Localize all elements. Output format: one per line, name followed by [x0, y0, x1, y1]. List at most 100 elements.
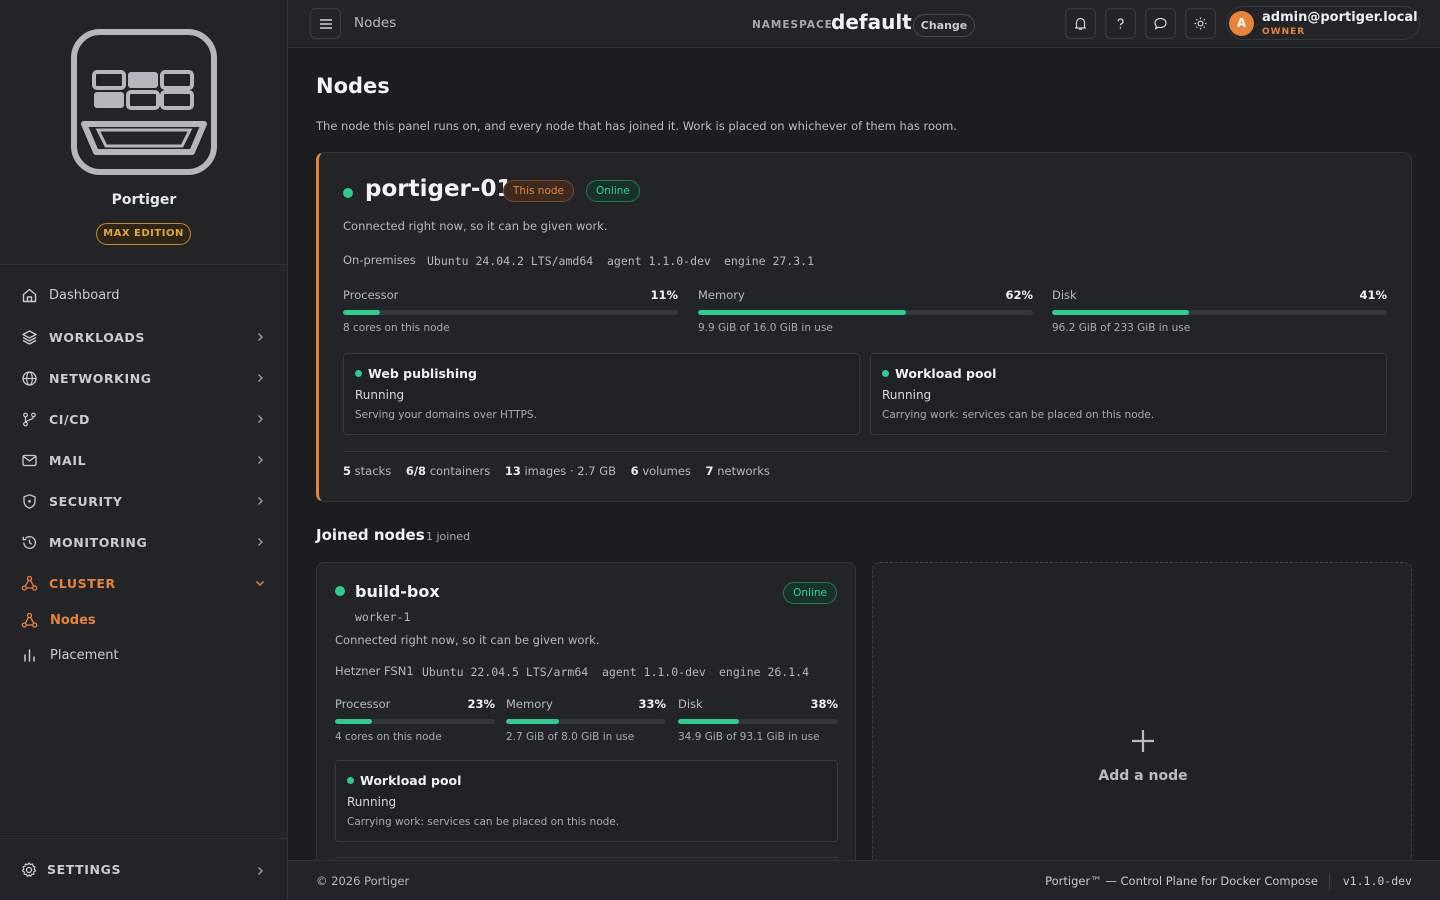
footer-version: v1.1.0-dev: [1342, 874, 1412, 888]
divider: [335, 857, 838, 858]
service-web-publishing[interactable]: Web publishing Running Serving your doma…: [343, 353, 860, 435]
edition-badge: MAX EDITION: [96, 223, 191, 245]
resource-label: Memory: [698, 288, 745, 302]
resource-percent: 33%: [638, 697, 666, 711]
sidebar-item-label: CI/CD: [49, 412, 90, 427]
sidebar-item-cluster[interactable]: CLUSTER: [0, 563, 288, 604]
stat-networks[interactable]: 7 networks: [706, 464, 770, 478]
sidebar-item-label: SECURITY: [49, 494, 123, 509]
divider: [343, 451, 1387, 452]
resource-detail: 34.9 GiB of 93.1 GiB in use: [678, 731, 820, 743]
resource-bar: [335, 719, 495, 724]
sidebar-item-settings[interactable]: SETTINGS: [0, 838, 288, 900]
chevron-right-icon: [258, 456, 263, 464]
node-engine: engine 26.1.4: [719, 665, 810, 679]
resource-bar-fill: [343, 310, 380, 315]
resource-bar: [698, 310, 1033, 315]
chat-bubble-icon: [1154, 17, 1167, 30]
cluster-icon: [20, 611, 38, 629]
menu-toggle-button[interactable]: [310, 8, 341, 39]
sidebar-item-label: Nodes: [50, 612, 96, 628]
chevron-right-icon: [258, 374, 263, 382]
theme-toggle-button[interactable]: [1185, 8, 1216, 39]
sidebar-item-networking[interactable]: NETWORKING: [0, 358, 288, 399]
sidebar-item-label: WORKLOADS: [49, 330, 145, 345]
node-name: build-box: [355, 582, 440, 601]
help-button[interactable]: [1105, 8, 1136, 39]
user-menu[interactable]: A admin@portiger.local OWNER: [1226, 6, 1420, 40]
resource-disk: Disk 41% 96.2 GiB of 233 GiB in use: [1052, 288, 1387, 338]
service-workload-pool[interactable]: Workload pool Running Carrying work: ser…: [335, 760, 838, 842]
sidebar-item-workloads[interactable]: WORKLOADS: [0, 317, 288, 358]
notifications-button[interactable]: [1065, 8, 1096, 39]
layers-icon: [20, 329, 38, 347]
resource-percent: 23%: [467, 697, 495, 711]
joined-nodes-title: Joined nodes: [316, 526, 425, 544]
resource-percent: 62%: [1005, 288, 1033, 302]
online-dot: [343, 188, 353, 198]
resource-disk: Disk 38% 34.9 GiB of 93.1 GiB in use: [678, 697, 838, 747]
local-node-card: portiger-01 This node Online Connected r…: [316, 152, 1412, 502]
sidebar-item-security[interactable]: SECURITY: [0, 481, 288, 522]
node-os: Ubuntu 22.04.5 LTS/arm64: [422, 665, 589, 679]
resource-bar: [1052, 310, 1387, 315]
sun-icon: [1194, 17, 1207, 30]
namespace-label: NAMESPACE: [752, 19, 833, 31]
online-dot: [882, 370, 889, 377]
resource-bar: [678, 719, 838, 724]
resource-detail: 9.9 GiB of 16.0 GiB in use: [698, 322, 833, 334]
joined-node-card[interactable]: build-box Online worker-1 Connected righ…: [316, 562, 856, 860]
resource-processor: Processor 11% 8 cores on this node: [343, 288, 678, 338]
resource-detail: 8 cores on this node: [343, 322, 450, 334]
sidebar-item-cicd[interactable]: CI/CD: [0, 399, 288, 440]
resource-detail: 96.2 GiB of 233 GiB in use: [1052, 322, 1191, 334]
resource-label: Processor: [335, 697, 391, 711]
change-namespace-button[interactable]: Change: [913, 14, 975, 37]
home-icon: [20, 286, 38, 304]
resource-memory: Memory 62% 9.9 GiB of 16.0 GiB in use: [698, 288, 1033, 338]
stat-stacks[interactable]: 5 stacks: [343, 464, 391, 478]
namespace-value: default: [831, 10, 912, 34]
footer: © 2026 Portiger Portiger™ — Control Plan…: [288, 860, 1440, 900]
brand-block: Portiger MAX EDITION: [0, 0, 287, 265]
sidebar-item-label: Dashboard: [49, 287, 120, 303]
page-title: Nodes: [316, 74, 390, 98]
bell-icon: [1074, 17, 1087, 30]
add-node-button[interactable]: Add a node: [872, 562, 1412, 860]
stat-containers[interactable]: 6/8 containers: [406, 464, 490, 478]
resource-bar-fill: [678, 719, 739, 724]
chevron-right-icon: [258, 867, 263, 875]
sidebar-item-monitoring[interactable]: MONITORING: [0, 522, 288, 563]
sidebar-item-mail[interactable]: MAIL: [0, 440, 288, 481]
node-role: worker-1: [355, 610, 411, 624]
online-dot: [335, 586, 345, 596]
messages-button[interactable]: [1145, 8, 1176, 39]
stat-images[interactable]: 13 images · 2.7 GB: [505, 464, 616, 478]
history-icon: [20, 534, 38, 552]
resource-detail: 4 cores on this node: [335, 731, 442, 743]
sidebar-item-dashboard[interactable]: Dashboard: [0, 276, 288, 314]
resource-bar-fill: [506, 719, 559, 724]
resource-processor: Processor 23% 4 cores on this node: [335, 697, 495, 747]
service-title: Web publishing: [355, 366, 477, 381]
resource-memory: Memory 33% 2.7 GiB of 8.0 GiB in use: [506, 697, 666, 747]
chevron-right-icon: [258, 538, 263, 546]
node-stats: 5 stacks 6/8 containers 13 images · 2.7 …: [343, 464, 770, 478]
service-workload-pool[interactable]: Workload pool Running Carrying work: ser…: [870, 353, 1387, 435]
resource-percent: 38%: [810, 697, 838, 711]
sidebar-item-nodes[interactable]: Nodes: [0, 604, 288, 636]
node-location: Hetzner FSN1: [335, 664, 414, 678]
topbar: Nodes NAMESPACE default Change A admin@p…: [288, 0, 1440, 48]
footer-divider: [1329, 873, 1330, 890]
node-engine: engine 27.3.1: [724, 254, 815, 268]
sidebar: Portiger MAX EDITION Dashboard WORKLOADS…: [0, 0, 288, 900]
plus-icon: [1132, 730, 1154, 752]
sidebar-item-placement[interactable]: Placement: [0, 636, 288, 675]
node-status-text: Connected right now, so it can be given …: [343, 219, 608, 233]
resource-label: Disk: [678, 697, 703, 711]
stat-volumes[interactable]: 6 volumes: [631, 464, 691, 478]
shield-icon: [20, 493, 38, 511]
cluster-icon: [20, 575, 38, 593]
node-agent: agent 1.1.0-dev: [607, 254, 711, 268]
chevron-right-icon: [258, 497, 263, 505]
